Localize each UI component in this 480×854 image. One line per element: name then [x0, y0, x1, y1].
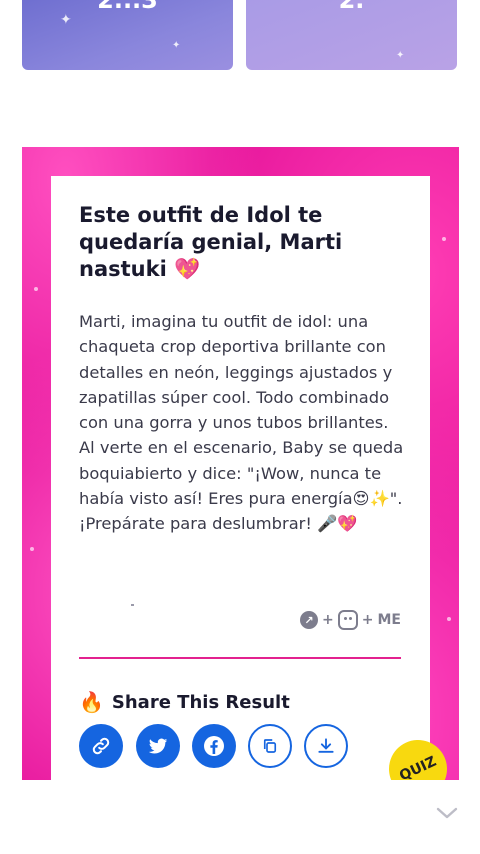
share-link-button[interactable] [79, 724, 123, 768]
answer-tile-left[interactable]: 2...3 ✦ ✦ [22, 0, 233, 70]
brand-plus: + [322, 612, 334, 628]
sparkle-dot [442, 237, 446, 241]
copy-button[interactable] [248, 724, 292, 768]
twitter-icon [148, 738, 168, 754]
result-title: Este outfit de Idol te quedaría genial, … [79, 203, 343, 281]
sparkle-icon: ✦ [60, 12, 72, 28]
share-title: Share This Result [111, 691, 290, 713]
brand-me: ME [377, 612, 402, 628]
share-twitter-button[interactable] [136, 724, 180, 768]
sparkle-dot [447, 617, 451, 621]
tile-label: 2...3 [97, 0, 158, 14]
answer-tile-right[interactable]: 2. ✦ [246, 0, 457, 70]
result-description: Marti, imagina tu outfit de idol: una ch… [79, 312, 404, 534]
robot-icon [337, 610, 358, 630]
chevron-down-icon[interactable] [436, 806, 458, 820]
bottom-bar [0, 780, 480, 854]
sparkle-dot [30, 547, 34, 551]
tile-label: 2. [338, 0, 365, 14]
share-heading: 🔥 Share This Result [79, 688, 290, 716]
chart-logo-icon: ↗ [300, 611, 319, 629]
download-icon [318, 738, 334, 753]
sparkle-icon: ✦ [396, 50, 405, 61]
facebook-icon [204, 736, 224, 756]
share-facebook-button[interactable] [192, 724, 236, 768]
divider [79, 657, 401, 659]
sparkle-icon: ✦ [172, 40, 181, 51]
decorative-dot [131, 604, 134, 606]
copy-icon [263, 739, 277, 753]
link-icon [92, 737, 110, 755]
fire-icon: 🔥 [79, 690, 104, 714]
brand-plus: + [361, 612, 374, 628]
sparkle-dot [34, 287, 38, 291]
download-button[interactable] [304, 724, 348, 768]
brand-logo: ↗ + + ME [300, 607, 401, 633]
